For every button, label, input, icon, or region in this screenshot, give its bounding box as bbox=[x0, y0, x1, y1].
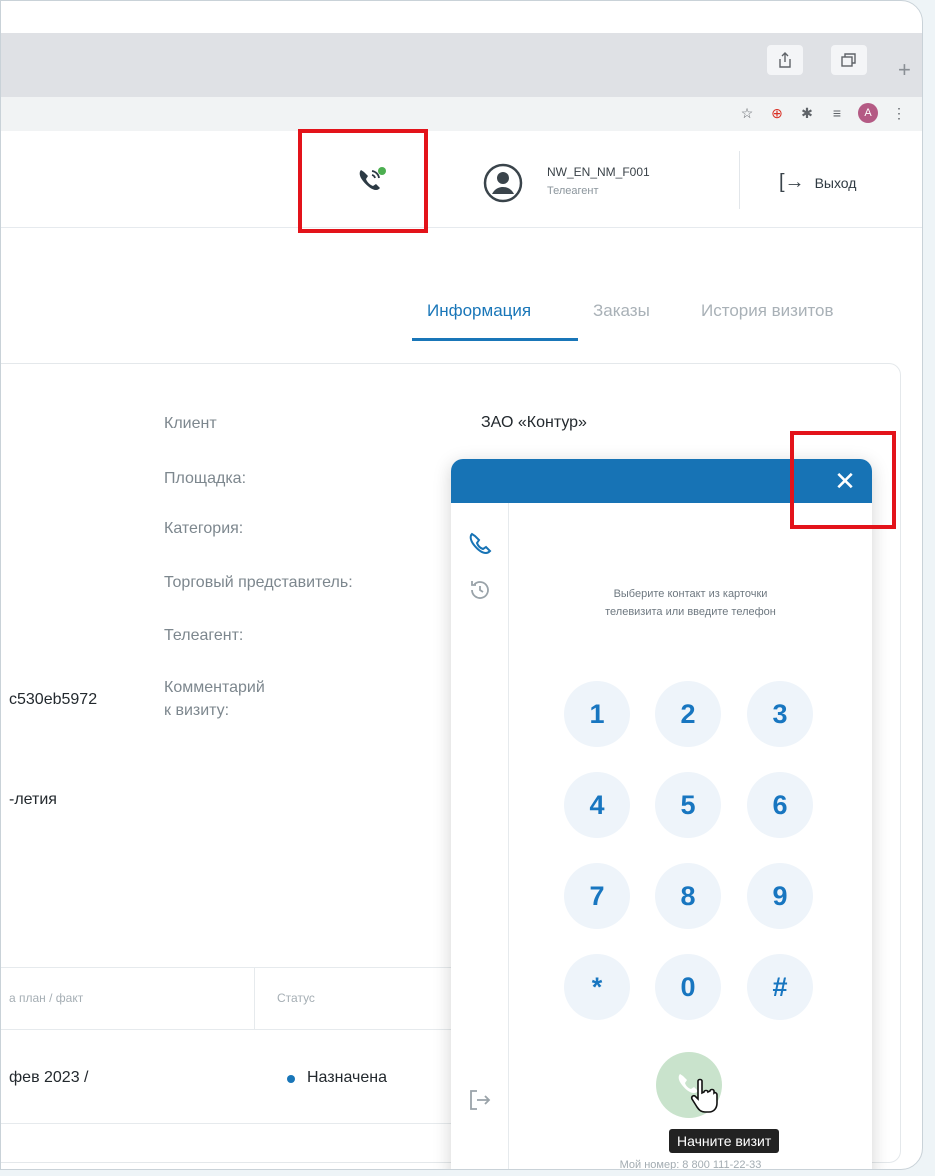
puzzle-icon[interactable]: ✱ bbox=[798, 105, 816, 122]
browser-toolbar-icons: ☆ ⊕ ✱ ≡ A ⋮ bbox=[738, 103, 908, 123]
column-divider bbox=[254, 967, 255, 1029]
tab-visit-history[interactable]: История визитов bbox=[701, 301, 834, 321]
column-header-status: Статус bbox=[277, 991, 315, 1005]
phone-icon[interactable] bbox=[467, 531, 493, 557]
client-value: ЗАО «Контур» bbox=[481, 414, 587, 431]
key-star[interactable]: * bbox=[564, 954, 630, 1020]
label-teleagent: Телеагент: bbox=[164, 627, 244, 644]
key-6[interactable]: 6 bbox=[747, 772, 813, 838]
key-7[interactable]: 7 bbox=[564, 863, 630, 929]
hand-cursor-icon bbox=[689, 1077, 719, 1115]
active-tab-indicator bbox=[412, 338, 578, 341]
label-comment-line2: к визиту: bbox=[164, 702, 230, 719]
logout-button[interactable]: [→ Выход bbox=[779, 171, 856, 194]
address-fragment: -летия bbox=[9, 791, 57, 808]
row-date: фев 2023 / bbox=[9, 1069, 89, 1086]
highlight-frame-phone bbox=[298, 129, 428, 233]
dialer-hint-line1: Выберите контакт из карточки bbox=[613, 588, 768, 600]
avatar[interactable] bbox=[483, 163, 523, 203]
label-category: Категория: bbox=[164, 520, 244, 537]
menu-icon[interactable]: ⋮ bbox=[890, 105, 908, 122]
dialer-popup: ✕ Выберите контакт из карточки телевизит… bbox=[451, 459, 872, 1170]
dialer-hint: Выберите контакт из карточки телевизита … bbox=[509, 585, 872, 621]
dialer-hint-line2: телевизита или введите телефон bbox=[605, 606, 776, 618]
label-comment-line1: Комментарий bbox=[164, 679, 265, 696]
dialer-sidebar bbox=[451, 503, 509, 1169]
key-2[interactable]: 2 bbox=[655, 681, 721, 747]
key-hash[interactable]: # bbox=[747, 954, 813, 1020]
table-header-border bbox=[1, 1029, 451, 1030]
key-5[interactable]: 5 bbox=[655, 772, 721, 838]
visit-id-fragment: c530eb5972 bbox=[9, 691, 98, 708]
label-site: Площадка: bbox=[164, 470, 247, 487]
label-sales-rep: Торговый представитель: bbox=[164, 574, 353, 591]
user-name: NW_EN_NM_F001 bbox=[547, 165, 650, 179]
key-1[interactable]: 1 bbox=[564, 681, 630, 747]
tab-orders[interactable]: Заказы bbox=[593, 301, 650, 321]
key-9[interactable]: 9 bbox=[747, 863, 813, 929]
user-role: Телеагент bbox=[547, 185, 599, 197]
label-client: Клиент bbox=[164, 415, 217, 432]
key-4[interactable]: 4 bbox=[564, 772, 630, 838]
extension-red-icon[interactable]: ⊕ bbox=[768, 105, 786, 122]
app-window: + ☆ ⊕ ✱ ≡ A ⋮ NW_EN_NM_F001 Телеагент [→… bbox=[0, 0, 923, 1170]
tab-information[interactable]: Информация bbox=[427, 301, 531, 321]
window-icon[interactable] bbox=[831, 45, 867, 75]
exit-icon[interactable] bbox=[467, 1087, 493, 1113]
key-8[interactable]: 8 bbox=[655, 863, 721, 929]
logout-label: Выход bbox=[814, 174, 857, 191]
star-icon[interactable]: ☆ bbox=[738, 105, 756, 122]
tooltip: Начните визит bbox=[669, 1129, 780, 1153]
logout-icon: [→ bbox=[779, 171, 805, 193]
history-icon[interactable] bbox=[467, 577, 493, 603]
column-header-date: а план / факт bbox=[9, 991, 84, 1005]
my-number: Мой номер: 8 800 111-22-33 bbox=[619, 1159, 762, 1170]
profile-icon[interactable]: A bbox=[858, 103, 878, 123]
table-top-border bbox=[1, 967, 451, 968]
highlight-frame-close bbox=[790, 431, 896, 529]
playlist-icon[interactable]: ≡ bbox=[828, 105, 846, 121]
key-0[interactable]: 0 bbox=[655, 954, 721, 1020]
key-3[interactable]: 3 bbox=[747, 681, 813, 747]
share-icon[interactable] bbox=[767, 45, 803, 75]
status-dot bbox=[287, 1075, 295, 1083]
plus-icon[interactable]: + bbox=[898, 59, 911, 81]
header-divider bbox=[739, 151, 740, 209]
status-badge: Назначена bbox=[307, 1069, 387, 1086]
table-row-border bbox=[1, 1123, 451, 1124]
